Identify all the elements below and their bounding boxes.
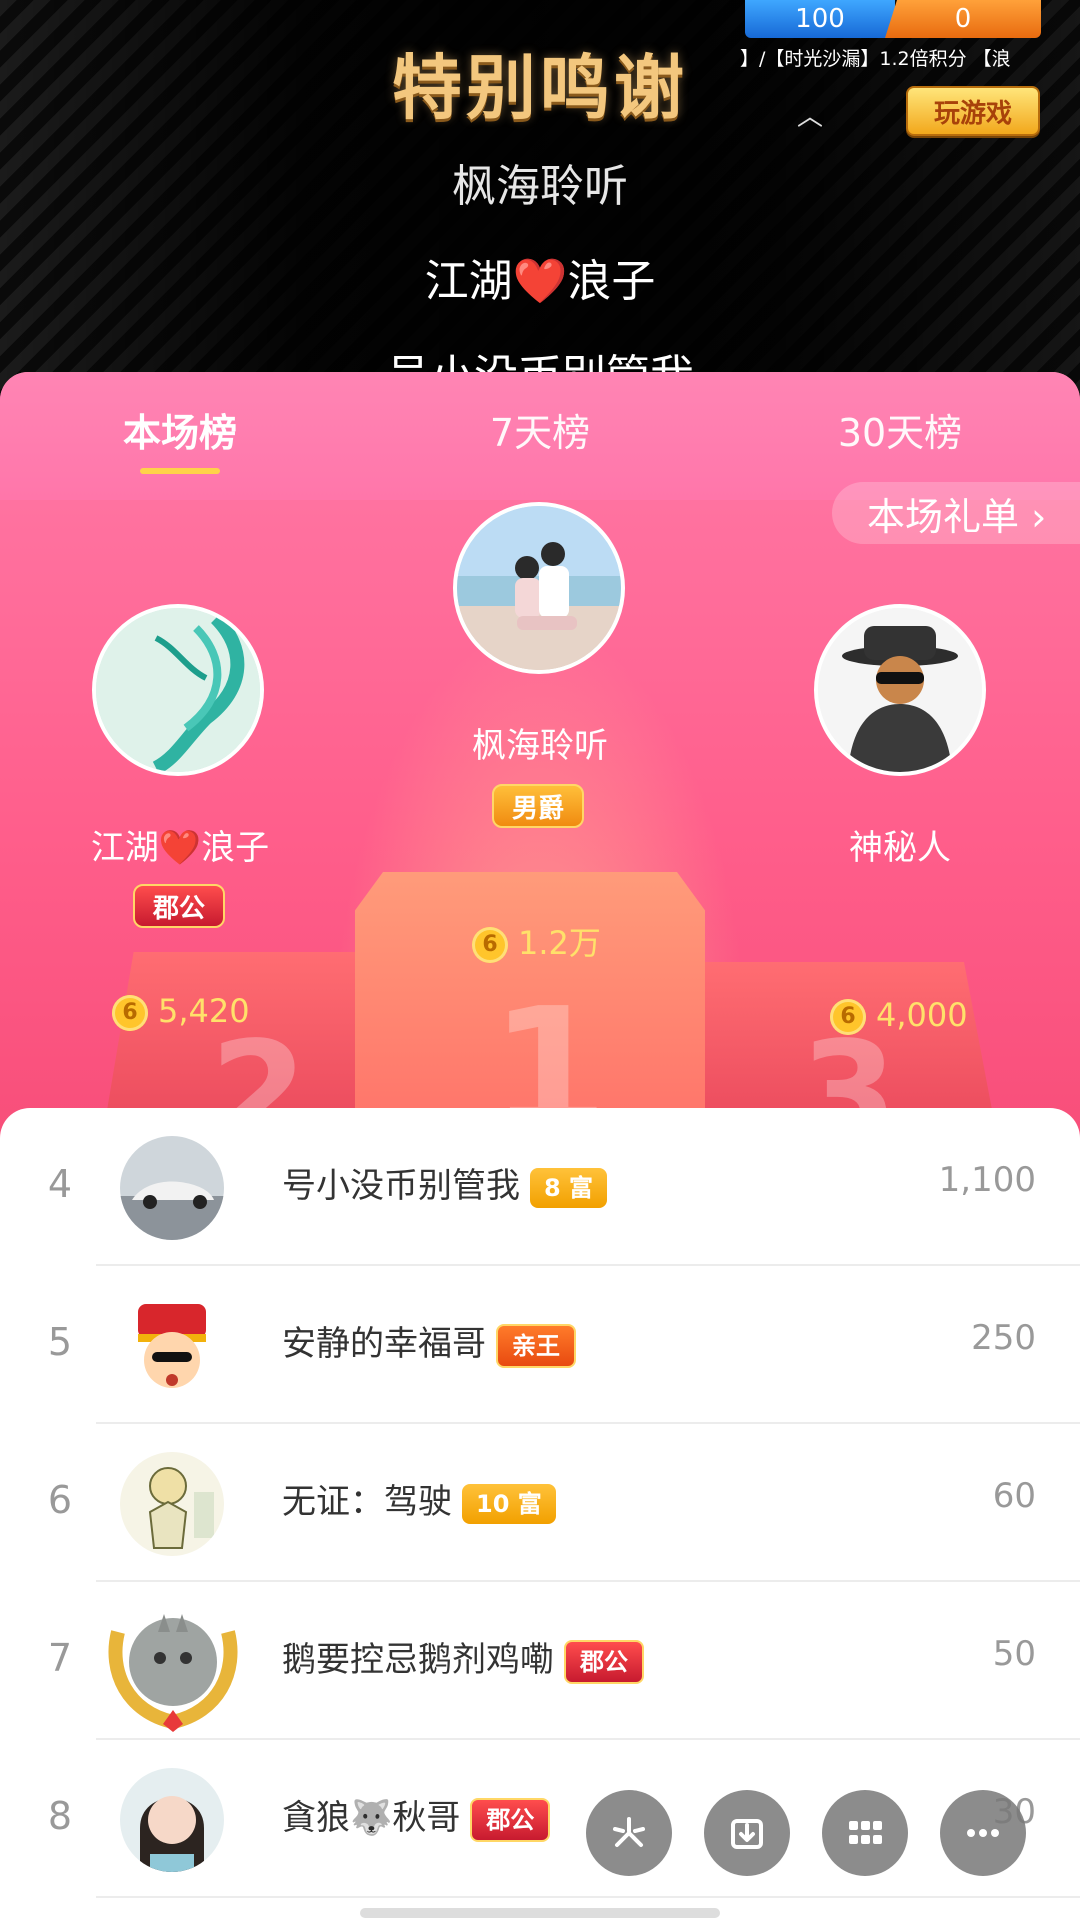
pk-score-bar: 100 0 (745, 0, 1041, 38)
coin-icon: 6 (830, 999, 866, 1035)
podium-name-2: 江湖❤️浪子 (90, 828, 270, 868)
rank-number: 6 (47, 1478, 73, 1522)
ticker-text: 】/【时光沙漏】1.2倍积分 【浪 (740, 48, 1011, 70)
contribution-score: 50 (992, 1634, 1036, 1674)
avatar-rank-1[interactable] (453, 502, 625, 674)
rank-number: 5 (47, 1320, 73, 1364)
noble-badge-duke: 郡公 (133, 884, 226, 928)
tab-current-show[interactable]: 本场榜 (110, 402, 250, 457)
avatar[interactable] (98, 1592, 248, 1732)
list-item[interactable]: 6 无证：驾驶 10 富 60 (0, 1424, 1080, 1582)
pk-score-blue: 100 (745, 0, 895, 38)
noble-badge-prince: 亲王 (496, 1323, 576, 1368)
home-indicator (360, 1908, 720, 1918)
coin-icon: 6 (472, 927, 508, 963)
tab-30-days[interactable]: 30天榜 (820, 402, 980, 457)
podium-score-3: 6 4,000 (830, 996, 968, 1035)
podium-name-3: 神秘人 (849, 828, 951, 868)
credits-banner: 特别鸣谢 枫海聆听 江湖❤️浪子 号小没币别管我 100 0 】/【时光沙漏】1… (0, 0, 1080, 400)
noble-badge-duke: 郡公 (564, 1639, 644, 1684)
podium-name-1: 枫海聆听 (472, 726, 608, 766)
list-item[interactable]: 7 鹅要控忌鹅剂鸡嘞 郡公 50 (0, 1582, 1080, 1740)
download-icon[interactable] (704, 1790, 790, 1876)
rank-number: 7 (47, 1636, 73, 1680)
user-name-text: 无证：驾驶 (282, 1482, 452, 1522)
user-name: 貪狼🐺秋哥 郡公 (282, 1790, 551, 1842)
user-name-text: 鹅要控忌鹅剂鸡嘞 (282, 1640, 554, 1680)
user-name-text: 号小没币别管我 (282, 1166, 520, 1206)
user-name: 鹅要控忌鹅剂鸡嘞 郡公 (282, 1632, 644, 1684)
active-tab-indicator (140, 468, 220, 474)
avatar[interactable] (120, 1768, 224, 1872)
coin-icon: 6 (112, 995, 148, 1031)
pk-score-orange: 0 (885, 0, 1041, 38)
avatar[interactable] (120, 1452, 224, 1556)
credit-line: 枫海聆听 (452, 161, 628, 212)
contribution-score: 60 (992, 1476, 1036, 1516)
divider (96, 1896, 1080, 1898)
list-item[interactable]: 4 号小没币别管我 8 富 1,100 (0, 1108, 1080, 1266)
more-icon[interactable] (940, 1790, 1026, 1876)
podium-score-1: 6 1.2万 (472, 918, 601, 964)
gift-list-button[interactable]: 本场礼单 › (832, 482, 1080, 544)
user-name: 无证：驾驶 10 富 (282, 1474, 556, 1524)
avatar-rank-2[interactable] (92, 604, 264, 776)
contribution-score: 250 (971, 1318, 1036, 1358)
rich-level-badge: 10 富 (462, 1483, 556, 1524)
list-item[interactable]: 8 貪狼🐺秋哥郡公 30 (0, 1740, 1080, 1898)
avatar[interactable] (120, 1294, 224, 1398)
rank-number: 4 (47, 1162, 73, 1206)
ranking-list: 4 号小没币别管我 8 富 1,100 5 安静的幸福哥 亲王 250 6 无证… (0, 1108, 1080, 1920)
grid-icon[interactable] (822, 1790, 908, 1876)
avatar-rank-3[interactable] (814, 604, 986, 776)
podium-score-2: 6 5,420 (112, 992, 250, 1031)
score-value: 5,420 (158, 992, 250, 1030)
user-name-text: 安静的幸福哥 (282, 1324, 486, 1364)
score-value: 4,000 (876, 996, 968, 1034)
list-item[interactable]: 5 安静的幸福哥 亲王 250 (0, 1266, 1080, 1424)
noble-badge-baron: 男爵 (492, 784, 585, 828)
user-name: 号小没币别管我 8 富 (282, 1158, 608, 1208)
noble-badge-duke: 郡公 (470, 1797, 551, 1842)
user-name: 安静的幸福哥 亲王 (282, 1316, 576, 1368)
contribution-score: 1,100 (938, 1160, 1036, 1200)
avatar[interactable] (120, 1136, 224, 1240)
rich-level-badge: 8 富 (530, 1167, 608, 1208)
chevron-up-icon[interactable]: ︿ (797, 96, 823, 133)
play-game-button[interactable]: 玩游戏 (906, 86, 1040, 136)
user-name-text: 貪狼🐺秋哥 (282, 1798, 461, 1838)
share-icon[interactable] (586, 1790, 672, 1876)
tab-7-days[interactable]: 7天榜 (470, 402, 610, 457)
score-value: 1.2万 (518, 924, 601, 962)
rank-number: 8 (47, 1794, 73, 1838)
leaderboard-tabs: 本场榜 7天榜 30天榜 (0, 372, 1080, 500)
credit-line: 江湖❤️浪子 (424, 256, 656, 307)
